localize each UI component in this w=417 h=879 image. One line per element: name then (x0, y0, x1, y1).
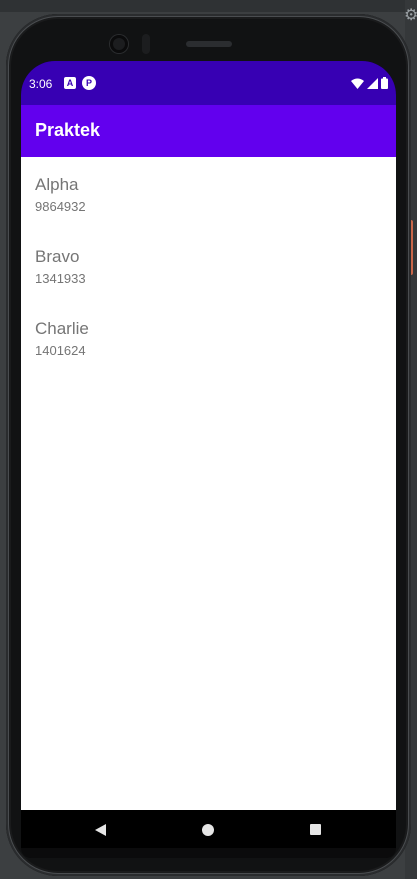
recents-icon[interactable] (310, 824, 321, 835)
status-indicators (351, 76, 388, 90)
contact-name: Charlie (35, 319, 89, 338)
contact-number: 9864932 (35, 199, 86, 214)
contact-number: 1341933 (35, 271, 86, 286)
navigation-bar (21, 810, 396, 848)
page-title: Praktek (35, 120, 101, 140)
device-screen: 3:06 A P Praktek Alpha 9864932 Bravo 134… (21, 61, 396, 848)
status-bar: 3:06 A P (21, 61, 396, 105)
list-item[interactable]: Charlie 1401624 (35, 319, 375, 379)
back-icon[interactable] (95, 824, 106, 836)
emulator-window: ⚙ 3:06 A P Praktek Alpha 9864932 Bravo 1… (0, 0, 417, 879)
ide-toolbar-strip (0, 0, 417, 12)
earpiece-speaker (186, 41, 232, 47)
device-frame: 3:06 A P Praktek Alpha 9864932 Bravo 134… (6, 14, 411, 876)
status-time: 3:06 (29, 77, 53, 91)
device-chin (21, 848, 396, 858)
front-camera (110, 35, 128, 53)
contact-name: Bravo (35, 247, 80, 266)
gear-icon[interactable]: ⚙ (404, 8, 417, 24)
wifi-icon (351, 78, 364, 89)
home-icon[interactable] (202, 824, 214, 836)
contact-number: 1401624 (35, 343, 86, 358)
contact-name: Alpha (35, 175, 79, 194)
signal-icon (367, 77, 378, 89)
battery-icon (381, 77, 388, 89)
list-item[interactable]: Bravo 1341933 (35, 247, 375, 307)
notification-a-icon: A (64, 77, 76, 89)
notification-p-icon: P (82, 76, 96, 90)
contact-list[interactable]: Alpha 9864932 Bravo 1341933 Charlie 1401… (21, 157, 396, 810)
app-bar: Praktek (21, 105, 396, 157)
proximity-sensor (142, 34, 150, 54)
list-item[interactable]: Alpha 9864932 (35, 175, 375, 235)
